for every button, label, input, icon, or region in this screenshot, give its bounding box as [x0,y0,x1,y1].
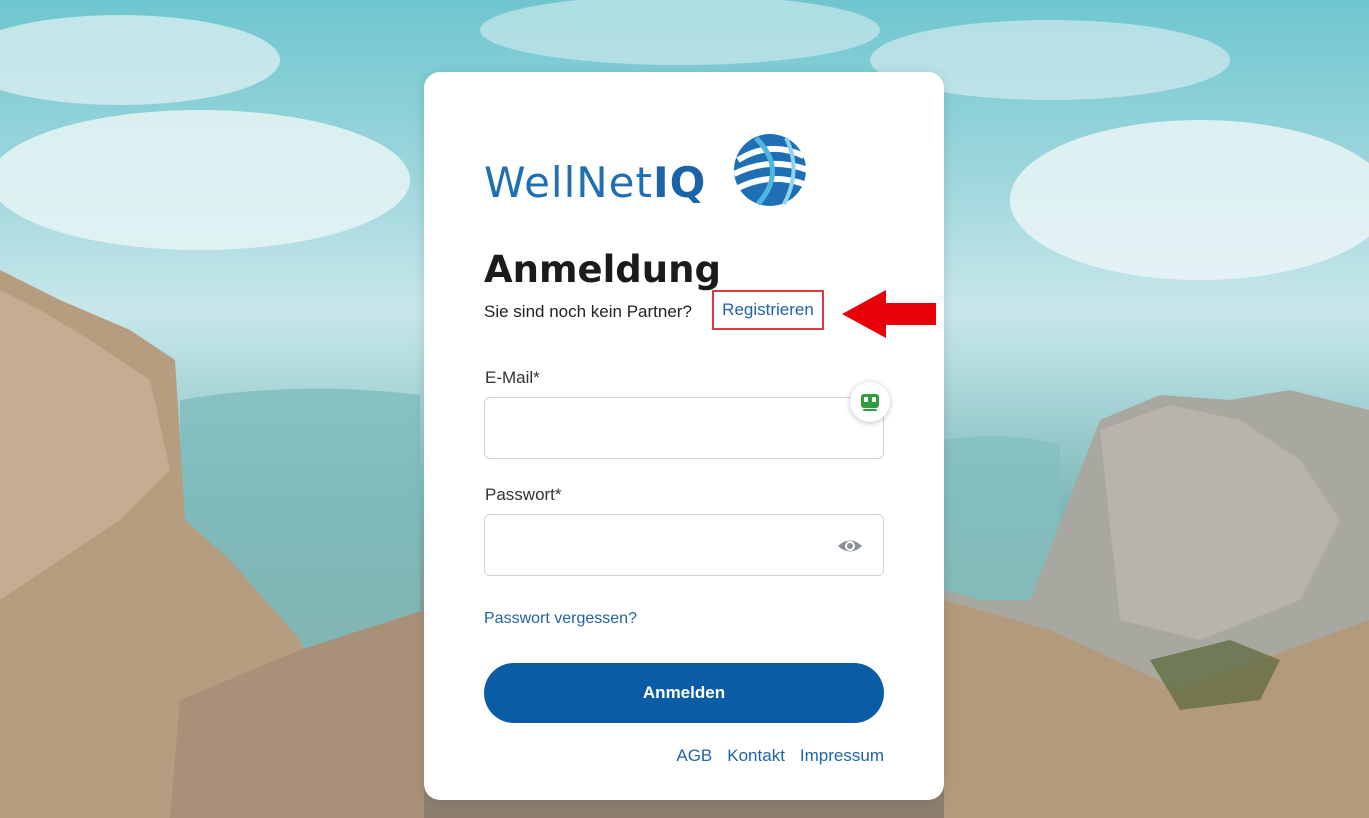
brand-logo[interactable]: WellNetIQ [484,130,814,214]
eye-icon[interactable] [837,534,863,558]
login-card: WellNetIQ Anmeldung Sie sind noch kein P… [424,72,944,800]
password-manager-icon [861,394,879,411]
email-field-container [484,397,884,459]
footer-links: AGB Kontakt Impressum [676,746,884,766]
email-field[interactable] [485,398,883,458]
password-manager-badge[interactable] [850,382,890,422]
register-prompt: Sie sind noch kein Partner? [484,302,692,321]
footer-link-kontakt[interactable]: Kontakt [727,746,785,766]
password-field-container [484,514,884,576]
login-button[interactable]: Anmelden [484,663,884,723]
footer-link-impressum[interactable]: Impressum [800,746,884,766]
footer-link-agb[interactable]: AGB [676,746,712,766]
page-title: Anmeldung [484,248,721,291]
globe-logo-icon [732,134,810,206]
brand-name-part1: WellNet [484,158,653,207]
password-field[interactable] [485,515,883,575]
email-label: E-Mail* [485,368,540,387]
brand-wordmark: WellNetIQ [484,158,706,207]
password-label: Passwort* [485,485,562,504]
red-arrow-icon [842,290,936,338]
forgot-password-link[interactable]: Passwort vergessen? [484,610,637,628]
register-link[interactable]: Registrieren [712,290,824,330]
brand-name-part2: IQ [652,158,707,207]
